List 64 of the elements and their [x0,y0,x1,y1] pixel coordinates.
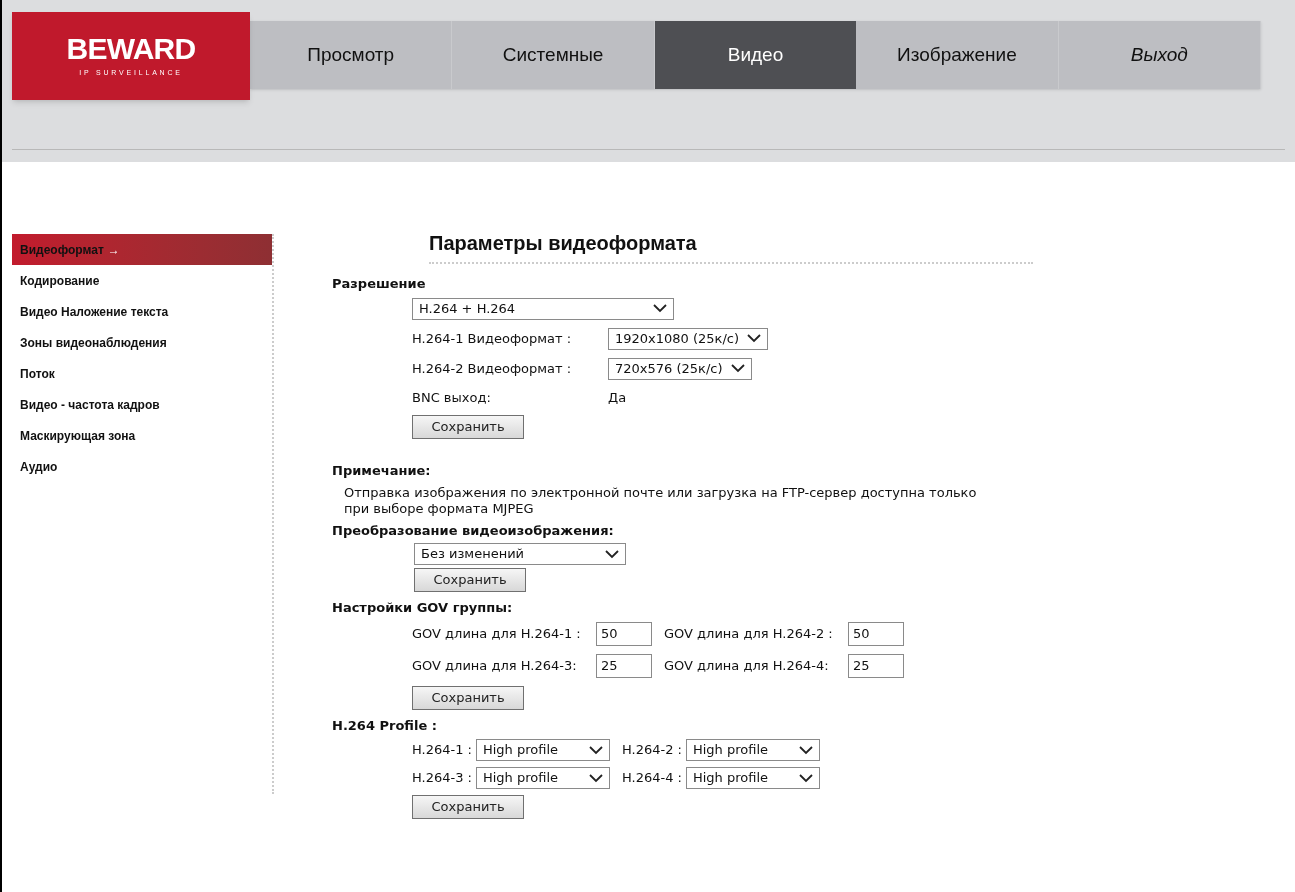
nav-tab[interactable]: Изображение [856,21,1059,89]
section-heading: Разрешение [332,275,427,293]
chevron-down-icon [605,549,619,559]
dropdown[interactable]: High profile [685,739,820,761]
chevron-down-icon [798,745,813,755]
chevron-down-icon [653,304,667,313]
chevron-down-icon [588,745,603,755]
dropdown[interactable]: 1920x1080 (25к/с) [608,327,769,350]
section-heading: H.264 Profile : [332,716,438,735]
save-button[interactable]: Сохранить [412,415,524,439]
section-heading: Настройки GOV группы: [332,599,514,617]
save-button[interactable]: Сохранить [412,685,524,710]
chevron-down-icon [588,773,603,783]
sidebar-item[interactable]: Поток [12,358,272,389]
field-label: GOV длина для H.264-4: [664,656,830,675]
sidebar-item[interactable]: Аудио [12,451,272,482]
save-button[interactable]: Сохранить [412,795,524,819]
field-label: H.264-2 : [621,741,682,760]
field-label: BNC выход: [412,388,492,407]
field-label: GOV длина для H.264-1 : [412,624,582,643]
input-field[interactable]: 25 [596,653,652,678]
nav-tab[interactable]: Просмотр [250,21,453,89]
dropdown[interactable]: 720x576 (25к/с) [608,357,752,380]
sidebar-item[interactable]: Видеоформат → [12,234,272,265]
sidebar-item[interactable]: Зоны видеонаблюдения [12,327,272,358]
field-label: H.264-2 Видеоформат : [412,359,573,378]
dropdown-value: High profile [482,741,559,760]
sidebar-item[interactable]: Видео - частота кадров [12,389,272,420]
note-text: Отправка изображения по электронной почте или загрузка на FTP-сервер доступна только при выборе формата MJPEG [344,484,978,517]
chevron-down-icon [730,364,745,373]
field-label: GOV длина для H.264-3: [412,656,578,675]
chevron-down-icon [747,334,762,343]
dropdown[interactable]: Без изменений [414,543,626,565]
dropdown[interactable]: High profile [685,767,820,789]
sidebar-item[interactable]: Маскирующая зона [12,420,272,451]
page-title: Параметры видеоформата [429,231,698,256]
section-heading: Преобразование видеоизображения: [332,521,615,540]
nav-tab[interactable]: Видео [654,21,857,89]
dropdown[interactable]: H.264 + H.264 [412,297,674,320]
field-value: Да [608,388,627,407]
field-label: H.264-4 : [621,769,682,788]
dropdown[interactable]: High profile [475,767,610,789]
field-label: H.264-1 Видеоформат : [412,329,573,348]
nav-tab[interactable]: Выход [1058,21,1262,89]
input-field[interactable]: 50 [596,621,652,646]
dropdown-value: 1920x1080 (25к/с) [615,329,740,348]
input-field[interactable]: 25 [848,653,904,678]
dropdown[interactable]: High profile [475,739,610,761]
chevron-down-icon [798,773,813,783]
dropdown-value: High profile [692,769,768,788]
field-label: H.264-1 : [412,741,472,760]
field-label: GOV длина для H.264-2 : [664,624,834,643]
dropdown-value: 720x576 (25к/с) [615,359,723,378]
dropdown-value: High profile [692,741,768,760]
dropdown-value: Без изменений [421,545,525,564]
section-heading: Примечание: [332,462,432,480]
sidebar-item[interactable]: Видео Наложение текста [12,296,272,327]
dropdown-value: H.264 + H.264 [419,299,516,318]
dropdown-value: High profile [482,769,559,788]
sidebar-item[interactable]: Кодирование [12,265,272,296]
save-button[interactable]: Сохранить [414,568,526,592]
input-field[interactable]: 50 [848,621,904,646]
nav-tab[interactable]: Системные [452,21,655,89]
field-label: H.264-3 : [412,769,472,788]
